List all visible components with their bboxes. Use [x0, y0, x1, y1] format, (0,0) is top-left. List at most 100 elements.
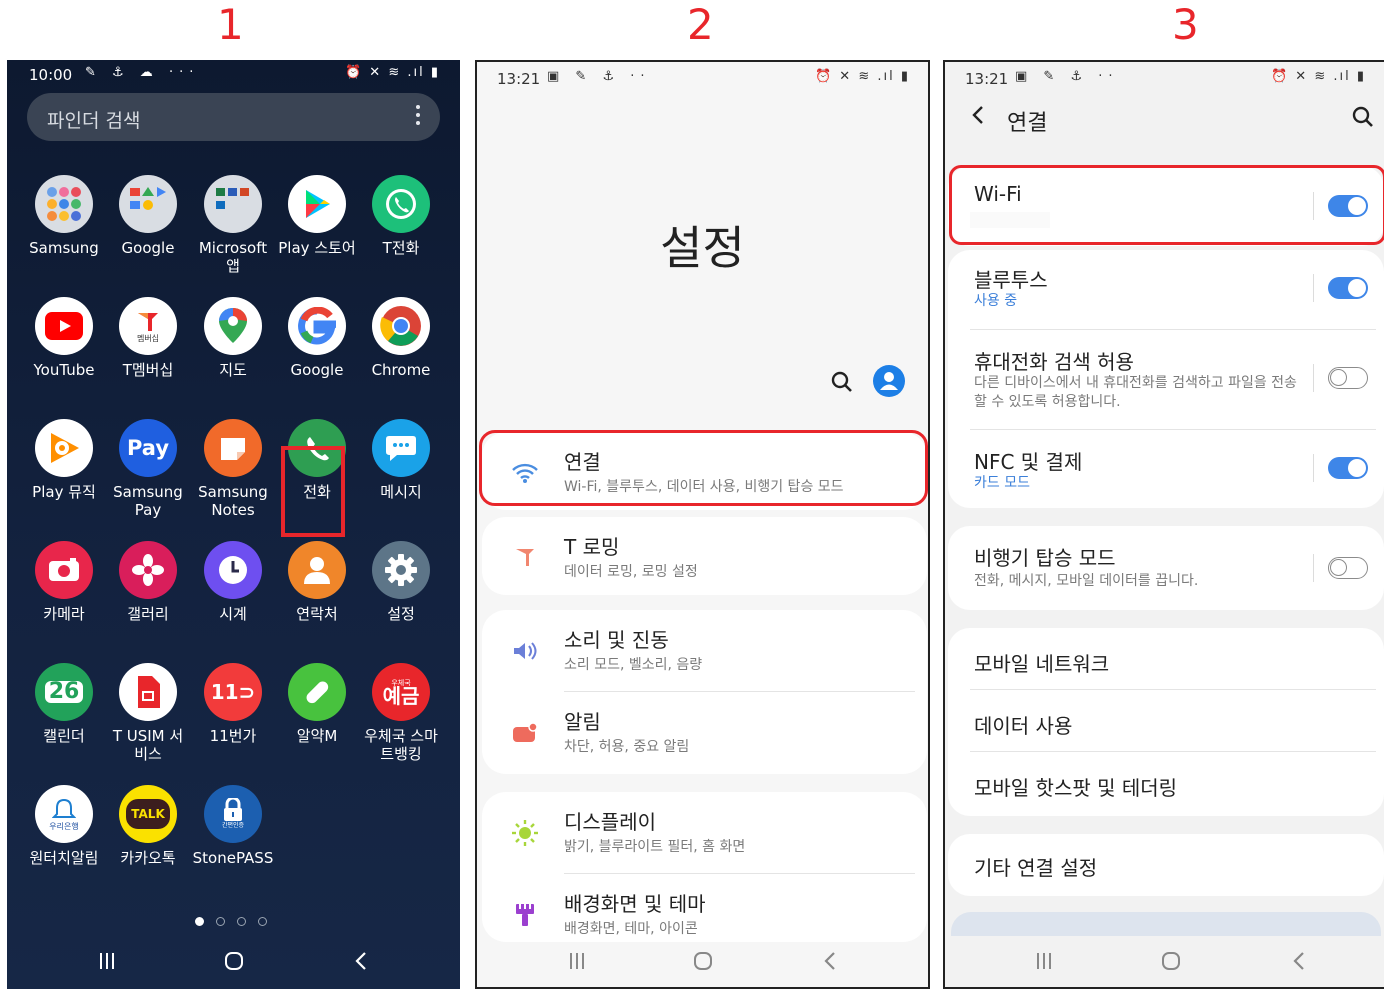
app-label: 연락처 — [296, 605, 338, 623]
one-touch-alarm-icon: 우리은행 — [35, 785, 93, 843]
app-t-membership[interactable]: 멤버십 T멤버십 — [106, 297, 190, 379]
setting-more-connection[interactable]: 기타 연결 설정 — [948, 834, 1384, 896]
samsung-folder-icon — [35, 175, 93, 233]
app-label: 원터치알림 — [29, 849, 99, 867]
status-system-icons: ⏰ ✕ ≋ .ıl ▮ — [1270, 69, 1366, 84]
app-one-touch-alarm[interactable]: 우리은행 원터치알림 — [22, 785, 106, 867]
page-dot — [258, 917, 267, 926]
back-arrow-icon[interactable] — [971, 104, 985, 126]
page-indicator[interactable] — [195, 911, 279, 930]
settings-item-title: 디스플레이 — [564, 810, 656, 834]
divider — [1313, 274, 1314, 302]
settings-card-display-wallpaper: 디스플레이 밝기, 블루라이트 필터, 홈 화면 배경화면 및 테마 배경화면,… — [482, 792, 927, 942]
app-maps[interactable]: 지도 — [191, 297, 275, 379]
setting-nfc-payment[interactable]: NFC 및 결제 카드 모드 — [948, 430, 1384, 508]
app-contacts[interactable]: 연락처 — [275, 541, 359, 623]
airplane-mode-toggle[interactable] — [1328, 557, 1368, 579]
youtube-icon — [35, 297, 93, 355]
app-label: 시계 — [219, 605, 247, 623]
app-samsung-folder[interactable]: Samsung — [22, 175, 106, 257]
search-icon[interactable] — [831, 371, 853, 393]
settings-item-wallpaper[interactable]: 배경화면 및 테마 배경화면, 테마, 아이콘 — [482, 874, 927, 942]
app-gallery[interactable]: 갤러리 — [106, 541, 190, 623]
setting-data-usage[interactable]: 데이터 사용 — [948, 690, 1384, 752]
app-play-music[interactable]: Play 뮤직 — [22, 419, 106, 501]
app-alyac[interactable]: 알약M — [275, 663, 359, 745]
home-icon[interactable] — [224, 951, 244, 971]
app-label: T멤버십 — [122, 361, 174, 379]
setting-hotspot-tethering[interactable]: 모바일 핫스팟 및 테더링 — [948, 752, 1384, 814]
app-settings[interactable]: 설정 — [359, 541, 443, 623]
setting-bluetooth[interactable]: 블루투스 사용 중 — [948, 250, 1384, 330]
settings-item-display[interactable]: 디스플레이 밝기, 블루라이트 필터, 홈 화면 — [482, 792, 927, 874]
setting-airplane-mode[interactable]: 비행기 탑승 모드 전화, 메시지, 모바일 데이터를 끕니다. — [948, 526, 1384, 610]
app-google[interactable]: Google — [275, 297, 359, 379]
settings-item-t-roaming[interactable]: T 로밍 데이터 로밍, 로밍 설정 — [482, 517, 927, 599]
settings-gear-icon — [372, 541, 430, 599]
app-play-store[interactable]: Play 스토어 — [275, 175, 359, 257]
app-microsoft-folder[interactable]: Microsoft 앱 — [191, 175, 275, 275]
app-youtube[interactable]: YouTube — [22, 297, 106, 379]
kakaotalk-icon: TALK — [119, 785, 177, 843]
app-post-bank[interactable]: 우체국 예금 우체국 스마트뱅킹 — [359, 663, 443, 763]
setting-title: 기타 연결 설정 — [974, 856, 1098, 880]
app-t-phone[interactable]: T전화 — [359, 175, 443, 257]
account-icon[interactable] — [872, 364, 906, 398]
app-label: T USIM 서비스 — [112, 727, 184, 763]
setting-mobile-network[interactable]: 모바일 네트워크 — [948, 628, 1384, 690]
app-samsung-notes[interactable]: Samsung Notes — [191, 419, 275, 519]
app-messages[interactable]: 메시지 — [359, 419, 443, 501]
camera-icon — [35, 541, 93, 599]
home-icon[interactable] — [693, 951, 713, 971]
back-icon[interactable] — [823, 951, 837, 971]
app-clock[interactable]: 시계 — [191, 541, 275, 623]
setting-title: 모바일 핫스팟 및 테더링 — [974, 776, 1178, 800]
back-icon[interactable] — [354, 951, 368, 971]
recent-apps-icon[interactable] — [568, 952, 586, 970]
app-google-folder[interactable]: Google — [106, 175, 190, 257]
home-icon[interactable] — [1161, 951, 1181, 971]
app-t-usim[interactable]: T USIM 서비스 — [106, 663, 190, 763]
app-calendar[interactable]: 26 캘린더 — [22, 663, 106, 745]
phone-app-highlight-box — [281, 446, 345, 537]
app-drawer-screen: 10:00 ✎ ⚓ ☁ ··· ⏰ ✕ ≋ .ıl ▮ 파인더 검색 Samsu… — [7, 60, 460, 989]
notification-icon — [510, 718, 540, 748]
more-options-icon[interactable] — [416, 105, 420, 129]
settings-card-mobile: 모바일 네트워크 데이터 사용 모바일 핫스팟 및 테더링 — [948, 628, 1384, 816]
app-label: YouTube — [33, 361, 95, 379]
nfc-toggle[interactable] — [1328, 457, 1368, 479]
app-label: Google — [290, 361, 344, 379]
app-label: StonePASS — [192, 849, 274, 867]
page-title: 설정 — [660, 221, 745, 275]
sound-icon — [510, 636, 540, 666]
gallery-icon — [119, 541, 177, 599]
google-folder-icon — [119, 175, 177, 233]
app-label: 메시지 — [380, 483, 422, 501]
app-label: 우체국 스마트뱅킹 — [364, 727, 438, 763]
search-icon[interactable] — [1352, 106, 1374, 128]
finder-search-placeholder: 파인더 검색 — [47, 110, 141, 132]
status-notification-icons: ▣ ✎ ⚓ ·· — [1015, 69, 1119, 84]
setting-phone-visibility[interactable]: 휴대전화 검색 허용 다른 디바이스에서 내 휴대전화를 검색하고 파일을 전송… — [948, 330, 1384, 430]
back-icon[interactable] — [1292, 951, 1306, 971]
app-label: 설정 — [387, 605, 415, 623]
samsung-pay-icon: Pay — [119, 419, 177, 477]
settings-item-notifications[interactable]: 알림 차단, 허용, 중요 알림 — [482, 692, 927, 774]
recent-apps-icon[interactable] — [98, 952, 116, 970]
app-stonepass[interactable]: 간편인증 StonePASS — [191, 785, 275, 867]
app-camera[interactable]: 카메라 — [22, 541, 106, 623]
status-time: 13:21 — [965, 70, 1009, 88]
app-chrome[interactable]: Chrome — [359, 297, 443, 379]
setting-subtitle: 카드 모드 — [974, 475, 1030, 491]
finder-search-bar[interactable]: 파인더 검색 — [27, 93, 440, 141]
bluetooth-toggle[interactable] — [1328, 277, 1368, 299]
t-membership-icon: 멤버십 — [119, 297, 177, 355]
setting-subtitle: 다른 디바이스에서 내 휴대전화를 검색하고 파일을 전송할 수 있도록 허용합… — [974, 375, 1297, 410]
phone-visibility-toggle[interactable] — [1328, 367, 1368, 389]
app-samsung-pay[interactable]: Pay Samsung Pay — [106, 419, 190, 519]
settings-item-sound[interactable]: 소리 및 진동 소리 모드, 벨소리, 음량 — [482, 610, 927, 692]
recent-apps-icon[interactable] — [1035, 952, 1053, 970]
app-kakaotalk[interactable]: TALK 카카오톡 — [106, 785, 190, 867]
clock-icon — [204, 541, 262, 599]
app-11st[interactable]: 11⊃ 11번가 — [191, 663, 275, 745]
